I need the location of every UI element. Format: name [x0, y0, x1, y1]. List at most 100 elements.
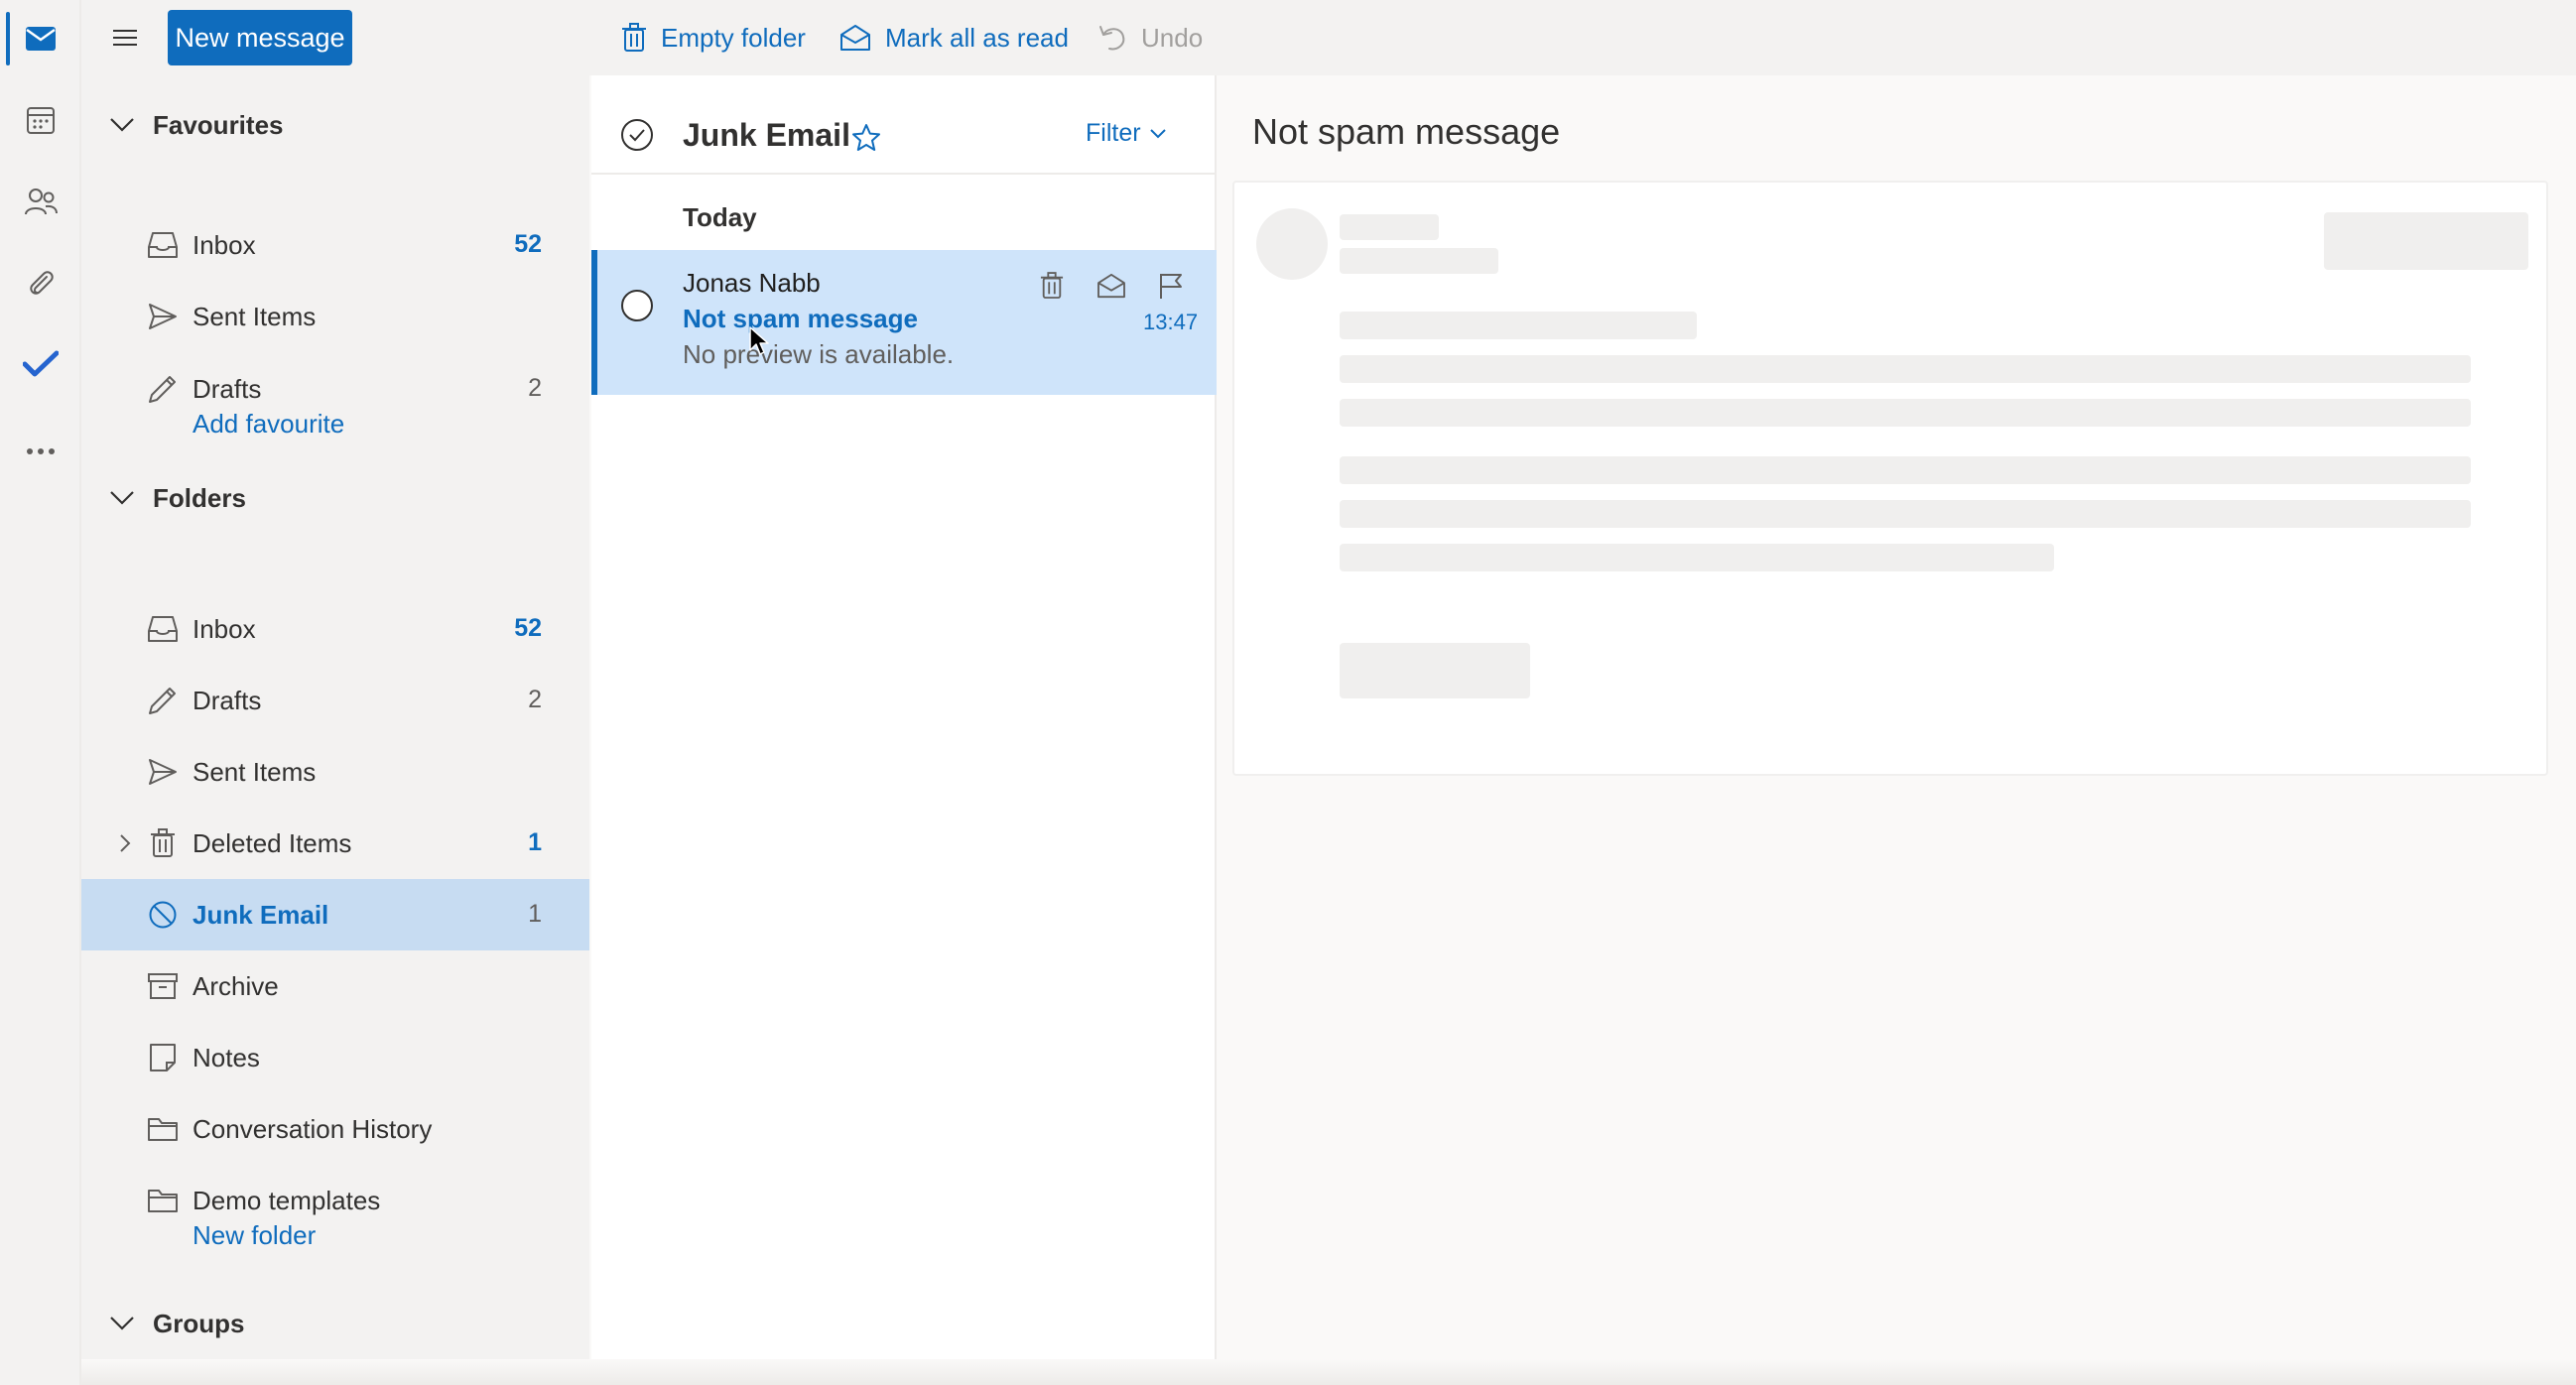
message-time: 13:47 — [1143, 310, 1199, 334]
people-app-button[interactable] — [0, 165, 81, 238]
folder-label: Drafts — [193, 374, 262, 404]
mark-read-button[interactable] — [1092, 266, 1131, 306]
mark-all-read-button[interactable]: Mark all as read — [839, 14, 1069, 62]
new-folder-link[interactable]: New folder — [193, 1220, 316, 1251]
paperclip-icon — [27, 267, 55, 299]
send-icon — [147, 756, 179, 788]
flag-icon — [1158, 272, 1184, 300]
trash-icon — [621, 23, 647, 53]
pencil-icon — [147, 685, 179, 716]
envelope-open-icon — [839, 24, 871, 52]
more-icon — [26, 447, 56, 455]
skeleton-line — [1340, 248, 1498, 274]
mail-app-button[interactable] — [0, 2, 81, 75]
skeleton-line — [1340, 456, 2471, 484]
item-count: 1 — [528, 900, 542, 928]
skeleton-line — [1340, 399, 2471, 427]
folder-label: Deleted Items — [193, 828, 352, 858]
folder-deleted-items[interactable]: Deleted Items 1 — [81, 808, 589, 879]
empty-folder-label: Empty folder — [661, 22, 806, 53]
folder-label: Inbox — [193, 230, 256, 260]
block-icon — [147, 899, 179, 931]
favourite-inbox[interactable]: Inbox 52 — [81, 209, 589, 281]
groups-label: Groups — [153, 1308, 245, 1338]
item-count: 2 — [528, 686, 542, 713]
folder-label: Notes — [193, 1043, 260, 1072]
add-favourite-link[interactable]: Add favourite — [193, 409, 344, 440]
more-apps-button[interactable] — [0, 415, 81, 488]
new-message-button[interactable]: New message — [168, 10, 352, 65]
skeleton-line — [1340, 544, 2054, 571]
chevron-down-icon — [109, 490, 135, 506]
folder-label: Drafts — [193, 686, 262, 715]
folder-drafts[interactable]: Drafts 2 — [81, 665, 589, 736]
message-item[interactable]: Jonas Nabb Not spam message No preview i… — [591, 250, 1217, 395]
favourite-sent-items[interactable]: Sent Items — [81, 281, 589, 352]
folder-demo-templates[interactable]: Demo templates — [81, 1165, 589, 1236]
active-indicator — [6, 12, 10, 65]
folder-label: Demo templates — [193, 1186, 381, 1215]
inbox-icon — [147, 229, 179, 261]
folder-conversation-history[interactable]: Conversation History — [81, 1093, 589, 1165]
bottom-edge — [81, 1359, 2576, 1385]
reading-subject: Not spam message — [1252, 111, 1561, 152]
note-icon — [147, 1042, 179, 1073]
filter-label: Filter — [1086, 119, 1141, 147]
folder-label: Conversation History — [193, 1114, 433, 1144]
reading-pane: Not spam message — [1219, 75, 2576, 1385]
message-preview: No preview is available. — [683, 339, 955, 369]
groups-section-header[interactable]: Groups — [109, 1296, 576, 1351]
folder-notes[interactable]: Notes — [81, 1022, 589, 1093]
message-subject: Not spam message — [683, 304, 918, 333]
message-sender: Jonas Nabb — [683, 268, 821, 298]
select-all-check-icon[interactable] — [619, 117, 655, 153]
undo-button[interactable]: Undo — [1097, 14, 1203, 62]
chevron-down-icon — [1149, 128, 1167, 140]
chevron-down-icon — [109, 1316, 135, 1331]
empty-folder-button[interactable]: Empty folder — [621, 14, 806, 62]
folder-junk-email[interactable]: Junk Email 1 — [81, 879, 589, 950]
mark-all-read-label: Mark all as read — [885, 22, 1069, 53]
filter-button[interactable]: Filter — [1086, 119, 1167, 148]
select-message-radio[interactable] — [619, 288, 655, 323]
calendar-app-button[interactable] — [0, 83, 81, 157]
message-list-header: Junk Email Filter — [591, 75, 1217, 175]
folder-archive[interactable]: Archive — [81, 950, 589, 1022]
star-icon[interactable] — [851, 123, 881, 153]
files-app-button[interactable] — [0, 246, 81, 319]
hamburger-button[interactable] — [101, 14, 149, 62]
flag-message-button[interactable] — [1151, 266, 1191, 306]
folder-title: Junk Email — [683, 117, 850, 153]
delete-message-button[interactable] — [1032, 266, 1072, 306]
skeleton-button — [1340, 643, 1530, 698]
folders-section-header[interactable]: Folders — [109, 470, 576, 526]
favourites-section-header[interactable]: Favourites — [109, 97, 576, 153]
folder-label: Sent Items — [193, 302, 317, 331]
mail-icon — [25, 26, 57, 52]
pencil-icon — [147, 373, 179, 405]
folder-icon — [147, 1185, 179, 1216]
skeleton-button — [2324, 212, 2528, 270]
todo-app-button[interactable] — [0, 327, 81, 401]
hamburger-icon — [112, 28, 138, 48]
skeleton-line — [1340, 355, 2471, 383]
folders-label: Folders — [153, 482, 246, 513]
folder-pane: Favourites Inbox 52 Sent Items Drafts 2 … — [81, 75, 589, 1385]
folder-icon — [147, 1113, 179, 1145]
unread-count: 52 — [514, 230, 542, 258]
folder-sent-items[interactable]: Sent Items — [81, 736, 589, 808]
inbox-icon — [147, 613, 179, 645]
people-icon — [24, 187, 58, 216]
unread-count: 1 — [528, 828, 542, 856]
folder-inbox[interactable]: Inbox 52 — [81, 593, 589, 665]
undo-icon — [1097, 23, 1127, 53]
calendar-icon — [26, 105, 56, 135]
envelope-open-icon — [1096, 273, 1126, 299]
folder-label: Sent Items — [193, 757, 317, 787]
chevron-down-icon — [109, 117, 135, 133]
unread-count: 52 — [514, 614, 542, 642]
folder-label: Archive — [193, 971, 279, 1001]
skeleton-line — [1340, 500, 2471, 528]
chevron-right-icon[interactable] — [113, 831, 137, 855]
todo-check-icon — [23, 350, 59, 378]
